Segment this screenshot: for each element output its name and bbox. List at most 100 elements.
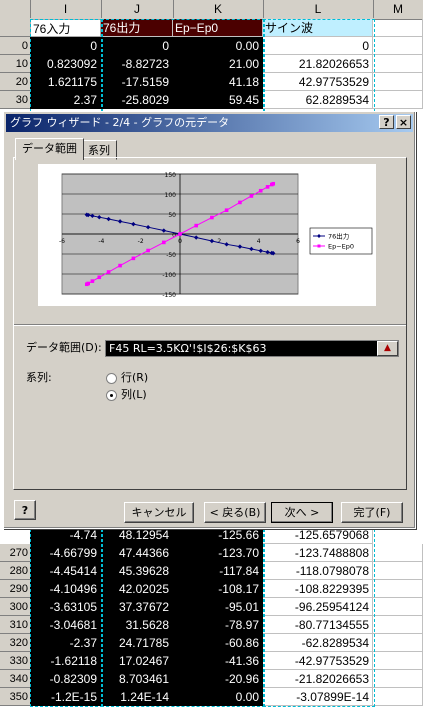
cell-J[interactable]: -25.8029 <box>101 91 173 109</box>
cell-K[interactable]: -20.96 <box>173 670 263 688</box>
cell-J[interactable]: 42.02025 <box>101 580 173 598</box>
cell-L[interactable]: -42.97753529 <box>263 652 373 670</box>
cell-L[interactable]: -3.07899E-14 <box>263 688 373 706</box>
cell-I[interactable]: -3.63105 <box>30 598 101 616</box>
cell-K[interactable]: 21.00 <box>173 55 263 73</box>
cell-M[interactable] <box>373 37 423 55</box>
wizard-help-icon[interactable]: ? <box>14 500 36 520</box>
cell-I[interactable]: -4.45414 <box>30 562 101 580</box>
cell-L[interactable]: -123.7488808 <box>263 544 373 562</box>
cell-I[interactable]: 0 <box>30 37 101 55</box>
collapse-dialog-icon[interactable]: ▲ <box>377 341 398 356</box>
row-header[interactable]: 350 <box>0 688 30 706</box>
cell-M[interactable] <box>373 688 423 706</box>
cell-J[interactable]: 47.44366 <box>101 544 173 562</box>
column-header-I[interactable]: I <box>30 0 102 18</box>
radio-column-label[interactable]: 列(L) <box>121 388 147 402</box>
cell-M[interactable] <box>373 580 423 598</box>
row-header[interactable]: 270 <box>0 544 30 562</box>
cell-K[interactable]: 59.45 <box>173 91 263 109</box>
cell-L[interactable]: -96.25954124 <box>263 598 373 616</box>
row-header[interactable]: 310 <box>0 616 30 634</box>
column-header-L[interactable]: L <box>263 0 374 18</box>
row-header[interactable]: 330 <box>0 652 30 670</box>
cell-K-header[interactable]: Ep−Ep0 <box>173 19 263 37</box>
tab-data-range[interactable]: データ範囲 <box>15 138 84 160</box>
radio-row[interactable] <box>106 373 117 384</box>
back-button[interactable]: < 戻る(B) <box>204 502 266 523</box>
column-header-M[interactable]: M <box>373 0 423 18</box>
cell-I-header[interactable]: 76入力 <box>30 19 101 37</box>
cell-K[interactable]: 41.18 <box>173 73 263 91</box>
row-header[interactable]: 340 <box>0 670 30 688</box>
cell-I[interactable]: 0.823092 <box>30 55 101 73</box>
row-header[interactable]: 300 <box>0 598 30 616</box>
cell-I[interactable]: -3.04681 <box>30 616 101 634</box>
cell-L[interactable]: 62.8289534 <box>263 91 373 109</box>
cell-M[interactable] <box>373 73 423 91</box>
data-range-input[interactable]: F45 RL=3.5KΩ'!$I$26:$K$63 <box>105 340 399 357</box>
row-header[interactable]: 10 <box>0 55 30 73</box>
cell-M[interactable] <box>373 652 423 670</box>
cell-I[interactable]: 2.37 <box>30 91 101 109</box>
cell-K[interactable]: -117.84 <box>173 562 263 580</box>
cell-I[interactable]: -1.62118 <box>30 652 101 670</box>
cell-I[interactable]: -1.2E-15 <box>30 688 101 706</box>
cell-M[interactable] <box>373 616 423 634</box>
cell-I[interactable]: 1.621175 <box>30 73 101 91</box>
cell-M[interactable] <box>373 670 423 688</box>
cell-K[interactable]: -108.17 <box>173 580 263 598</box>
cell-M[interactable] <box>373 562 423 580</box>
radio-column[interactable] <box>106 390 117 401</box>
cell-I[interactable]: -4.10496 <box>30 580 101 598</box>
column-header-J[interactable]: J <box>101 0 174 18</box>
next-button[interactable]: 次へ > <box>271 502 333 523</box>
row-header[interactable]: 30 <box>0 91 30 109</box>
cell-L-header[interactable]: サイン波 <box>263 19 373 37</box>
cell-L[interactable]: -118.0798078 <box>263 562 373 580</box>
row-header[interactable]: 20 <box>0 73 30 91</box>
help-title-button[interactable]: ? <box>379 115 394 129</box>
cell-K[interactable]: -95.01 <box>173 598 263 616</box>
cell-J[interactable]: 1.24E-14 <box>101 688 173 706</box>
cell-L[interactable]: -80.77134555 <box>263 616 373 634</box>
cell-L[interactable]: 42.97753529 <box>263 73 373 91</box>
cell-M-header[interactable] <box>373 19 423 37</box>
cell-L[interactable]: 21.82026653 <box>263 55 373 73</box>
cell-M[interactable] <box>373 598 423 616</box>
select-all-corner[interactable] <box>0 0 31 18</box>
column-header-K[interactable]: K <box>173 0 264 18</box>
row-header[interactable] <box>0 19 30 37</box>
cell-L[interactable]: -21.82026653 <box>263 670 373 688</box>
row-header[interactable]: 290 <box>0 580 30 598</box>
close-button[interactable]: × <box>396 115 411 129</box>
cell-L[interactable]: -62.8289534 <box>263 634 373 652</box>
cell-J[interactable]: -17.5159 <box>101 73 173 91</box>
cell-J-header[interactable]: 76出力 <box>101 19 173 37</box>
cancel-button[interactable]: キャンセル <box>124 502 194 523</box>
cell-I[interactable]: -2.37 <box>30 634 101 652</box>
row-header[interactable]: 0 <box>0 37 30 55</box>
cell-J[interactable]: 37.37672 <box>101 598 173 616</box>
cell-K[interactable]: -123.70 <box>173 544 263 562</box>
cell-I[interactable]: -4.66799 <box>30 544 101 562</box>
cell-J[interactable]: 31.5628 <box>101 616 173 634</box>
cell-J[interactable]: 8.703461 <box>101 670 173 688</box>
cell-J[interactable]: 45.39628 <box>101 562 173 580</box>
cell-M[interactable] <box>373 544 423 562</box>
cell-M[interactable] <box>373 55 423 73</box>
cell-K[interactable]: -41.36 <box>173 652 263 670</box>
cell-J[interactable]: 0 <box>101 37 173 55</box>
finish-button[interactable]: 完了(F) <box>341 502 403 523</box>
cell-J[interactable]: -8.82723 <box>101 55 173 73</box>
cell-K[interactable]: 0.00 <box>173 37 263 55</box>
row-header[interactable]: 280 <box>0 562 30 580</box>
cell-L[interactable]: -108.8229395 <box>263 580 373 598</box>
cell-K[interactable]: -78.97 <box>173 616 263 634</box>
cell-J[interactable]: 17.02467 <box>101 652 173 670</box>
cell-I[interactable]: -0.82309 <box>30 670 101 688</box>
cell-J[interactable]: 24.71785 <box>101 634 173 652</box>
cell-K[interactable]: -60.86 <box>173 634 263 652</box>
row-header[interactable]: 320 <box>0 634 30 652</box>
dialog-titlebar[interactable]: グラフ ウィザード - 2/4 - グラフの元データ <box>6 114 413 132</box>
